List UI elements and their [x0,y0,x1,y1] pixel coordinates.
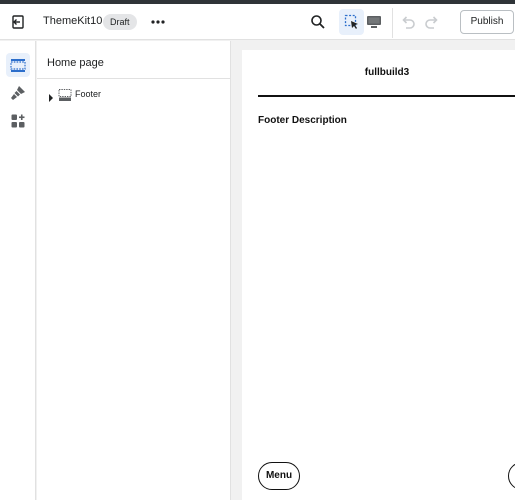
theme-name: ThemeKit10 [43,15,103,27]
sections-sidebar: Home page Footer [37,41,231,500]
undo-icon[interactable] [399,13,417,31]
footer-description[interactable]: Footer Description [258,115,347,126]
editor-topbar: ThemeKit10 Draft Publish [0,4,515,40]
inspector-cursor-icon [344,14,358,29]
desktop-icon[interactable] [365,13,383,31]
section-footer-icon [58,88,72,102]
page-title: Home page [47,57,104,69]
theme-settings-tab[interactable] [6,81,30,105]
sections-tab[interactable] [6,53,30,77]
tree-item-footer[interactable]: Footer [43,85,225,105]
header-rule [258,95,515,97]
round-button[interactable] [508,462,515,490]
inspector-toggle-button[interactable] [339,9,364,35]
redo-icon[interactable] [423,13,441,31]
store-preview[interactable]: fullbuild3 Footer Description Menu [242,50,515,500]
sections-icon [10,59,26,72]
search-icon[interactable] [309,13,327,31]
store-name[interactable]: fullbuild3 [242,67,515,78]
left-rail [0,41,36,500]
exit-icon[interactable] [9,13,27,31]
toolbar-divider [392,8,393,38]
publish-button[interactable]: Publish [460,10,514,34]
status-badge: Draft [103,14,137,30]
apps-tab[interactable] [6,109,30,133]
caret-right-icon[interactable] [47,90,55,102]
menu-button[interactable]: Menu [258,462,300,490]
ellipsis-icon[interactable] [148,13,168,31]
theme-settings-brush-icon [11,86,25,100]
tree-item-label: Footer [75,89,102,99]
apps-blocks-icon [11,114,25,128]
sidebar-divider [37,78,231,79]
